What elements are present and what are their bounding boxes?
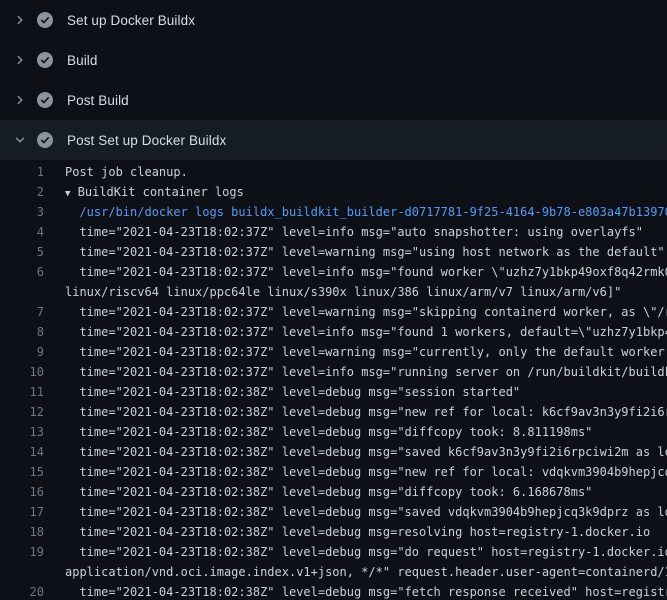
log-line: 15 time="2021-04-23T18:02:38Z" level=deb… (0, 462, 667, 482)
line-number[interactable]: 11 (0, 382, 44, 402)
log-text: application/vnd.oci.image.index.v1+json,… (44, 562, 667, 582)
log-text: time="2021-04-23T18:02:38Z" level=debug … (44, 442, 667, 462)
line-number[interactable]: 2 (0, 182, 44, 202)
line-number[interactable]: 20 (0, 582, 44, 600)
line-number[interactable]: 14 (0, 442, 44, 462)
log-line: 6 time="2021-04-23T18:02:37Z" level=info… (0, 262, 667, 282)
log-text: time="2021-04-23T18:02:37Z" level=info m… (44, 362, 667, 382)
log-text: Post job cleanup. (44, 162, 188, 182)
step-list: Set up Docker Buildx Build Post Build Po… (0, 0, 667, 160)
log-line: 16 time="2021-04-23T18:02:38Z" level=deb… (0, 482, 667, 502)
line-number[interactable]: 8 (0, 322, 44, 342)
log-text: time="2021-04-23T18:02:37Z" level=info m… (44, 222, 643, 242)
log-viewer: 1Post job cleanup.2▼ BuildKit container … (0, 160, 667, 600)
log-text: time="2021-04-23T18:02:37Z" level=info m… (44, 262, 667, 282)
log-command-text: /usr/bin/docker logs buildx_buildkit_bui… (44, 202, 667, 222)
log-text: time="2021-04-23T18:02:38Z" level=debug … (44, 382, 520, 402)
log-text: time="2021-04-23T18:02:38Z" level=debug … (44, 582, 667, 600)
log-text: time="2021-04-23T18:02:37Z" level=warnin… (44, 242, 665, 262)
log-line-wrap: linux/riscv64 linux/ppc64le linux/s390x … (0, 282, 667, 302)
check-circle-icon (37, 92, 53, 108)
log-line: 14 time="2021-04-23T18:02:38Z" level=deb… (0, 442, 667, 462)
line-number[interactable]: 15 (0, 462, 44, 482)
log-line: 9 time="2021-04-23T18:02:37Z" level=warn… (0, 342, 667, 362)
log-line: 11 time="2021-04-23T18:02:38Z" level=deb… (0, 382, 667, 402)
log-group-header[interactable]: ▼ BuildKit container logs (44, 182, 244, 202)
log-line: 13 time="2021-04-23T18:02:38Z" level=deb… (0, 422, 667, 442)
log-line: 12 time="2021-04-23T18:02:38Z" level=deb… (0, 402, 667, 422)
line-number (0, 282, 44, 302)
chevron-down-icon (12, 132, 28, 148)
log-text: time="2021-04-23T18:02:38Z" level=debug … (44, 502, 667, 522)
line-number (0, 562, 44, 582)
step-row-post-setup-docker-buildx[interactable]: Post Set up Docker Buildx (0, 120, 667, 160)
line-number[interactable]: 6 (0, 262, 44, 282)
log-text: time="2021-04-23T18:02:38Z" level=debug … (44, 422, 592, 442)
line-number[interactable]: 18 (0, 522, 44, 542)
line-number[interactable]: 17 (0, 502, 44, 522)
line-number[interactable]: 5 (0, 242, 44, 262)
log-line: 4 time="2021-04-23T18:02:37Z" level=info… (0, 222, 667, 242)
group-title: BuildKit container logs (70, 185, 243, 199)
check-circle-icon (37, 12, 53, 28)
log-text: time="2021-04-23T18:02:37Z" level=info m… (44, 322, 667, 342)
step-label: Set up Docker Buildx (67, 13, 195, 28)
log-text: time="2021-04-23T18:02:38Z" level=debug … (44, 542, 667, 562)
step-label: Post Set up Docker Buildx (67, 133, 226, 148)
line-number[interactable]: 4 (0, 222, 44, 242)
log-line: 3 /usr/bin/docker logs buildx_buildkit_b… (0, 202, 667, 222)
line-number[interactable]: 16 (0, 482, 44, 502)
log-text: time="2021-04-23T18:02:37Z" level=warnin… (44, 342, 667, 362)
line-number[interactable]: 3 (0, 202, 44, 222)
line-number[interactable]: 12 (0, 402, 44, 422)
log-line: 17 time="2021-04-23T18:02:38Z" level=deb… (0, 502, 667, 522)
log-text: linux/riscv64 linux/ppc64le linux/s390x … (44, 282, 621, 302)
log-line: 7 time="2021-04-23T18:02:37Z" level=warn… (0, 302, 667, 322)
log-line: 5 time="2021-04-23T18:02:37Z" level=warn… (0, 242, 667, 262)
step-label: Build (67, 53, 98, 68)
log-line: 20 time="2021-04-23T18:02:38Z" level=deb… (0, 582, 667, 600)
check-circle-icon (37, 132, 53, 148)
log-text: time="2021-04-23T18:02:38Z" level=debug … (44, 522, 650, 542)
step-row-setup-docker-buildx[interactable]: Set up Docker Buildx (0, 0, 667, 40)
log-text: time="2021-04-23T18:02:38Z" level=debug … (44, 462, 667, 482)
chevron-right-icon (12, 52, 28, 68)
line-number[interactable]: 13 (0, 422, 44, 442)
log-line: 18 time="2021-04-23T18:02:38Z" level=deb… (0, 522, 667, 542)
chevron-right-icon (12, 12, 28, 28)
line-number[interactable]: 9 (0, 342, 44, 362)
chevron-right-icon (12, 92, 28, 108)
log-line: 1Post job cleanup. (0, 162, 667, 182)
log-line: 10 time="2021-04-23T18:02:37Z" level=inf… (0, 362, 667, 382)
log-text: time="2021-04-23T18:02:38Z" level=debug … (44, 402, 667, 422)
check-circle-icon (37, 52, 53, 68)
log-line-wrap: application/vnd.oci.image.index.v1+json,… (0, 562, 667, 582)
line-number[interactable]: 7 (0, 302, 44, 322)
line-number[interactable]: 10 (0, 362, 44, 382)
step-row-post-build[interactable]: Post Build (0, 80, 667, 120)
log-line: 2▼ BuildKit container logs (0, 182, 667, 202)
step-label: Post Build (67, 93, 129, 108)
line-number[interactable]: 19 (0, 542, 44, 562)
log-line: 19 time="2021-04-23T18:02:38Z" level=deb… (0, 542, 667, 562)
step-row-build[interactable]: Build (0, 40, 667, 80)
log-line: 8 time="2021-04-23T18:02:37Z" level=info… (0, 322, 667, 342)
line-number[interactable]: 1 (0, 162, 44, 182)
log-text: time="2021-04-23T18:02:38Z" level=debug … (44, 482, 592, 502)
log-text: time="2021-04-23T18:02:37Z" level=warnin… (44, 302, 667, 322)
